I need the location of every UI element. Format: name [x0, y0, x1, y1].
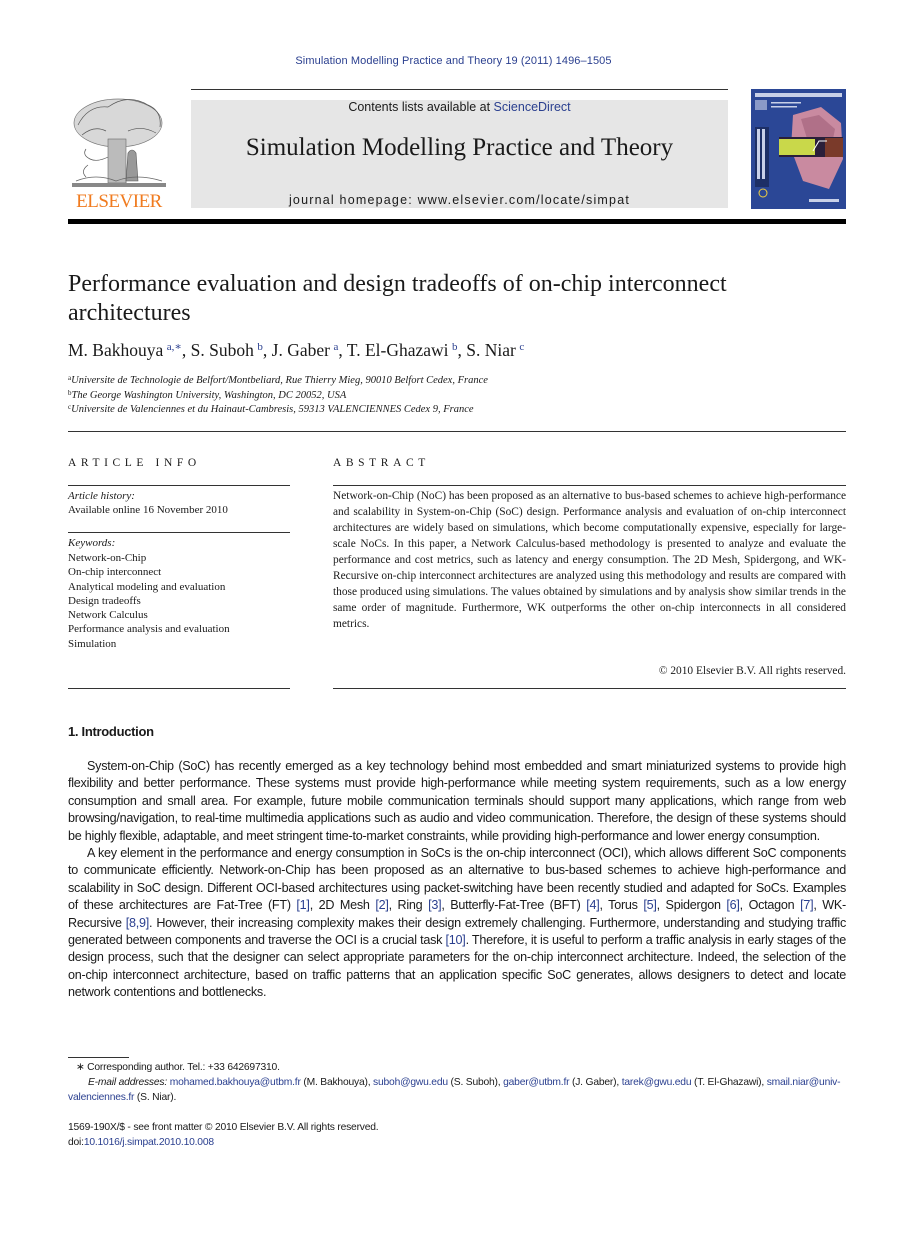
header-rule: [191, 89, 728, 90]
contents-prefix: Contents lists available at: [348, 100, 494, 114]
article-title: Performance evaluation and design tradeo…: [68, 271, 727, 326]
keyword: Network Calculus: [68, 609, 148, 622]
citation-link[interactable]: [8,9]: [126, 916, 150, 930]
email-addresses-note: E-mail addresses: mohamed.bakhouya@utbm.…: [68, 1076, 846, 1106]
paragraph: System-on-Chip (SoC) has recently emerge…: [68, 759, 846, 843]
email-link[interactable]: suboh@gwu.edu: [373, 1077, 448, 1088]
affiliation-text: Universite de Technologie de Belfort/Mon…: [71, 375, 488, 386]
issn-line: 1569-190X/$ - see front matter © 2010 El…: [68, 1122, 379, 1133]
keywords-rule: [68, 532, 290, 533]
citation-link[interactable]: [1]: [296, 898, 310, 912]
affiliation-marker[interactable]: a,∗: [167, 341, 182, 353]
footnote-rule: [68, 1057, 129, 1058]
journal-title: Simulation Modelling Practice and Theory: [245, 134, 674, 161]
author[interactable]: S. Niar c: [466, 340, 524, 360]
abstract-text: Network-on-Chip (NoC) has been proposed …: [333, 490, 846, 630]
separator: ,: [262, 340, 272, 360]
corresponding-author-note: ∗ Corresponding author. Tel.: +33 642697…: [76, 1062, 280, 1073]
email-owner: (T. El-Ghazawi),: [691, 1077, 767, 1088]
email-list: mohamed.bakhouya@utbm.fr (M. Bakhouya), …: [68, 1077, 841, 1103]
section-heading-introduction: 1. Introduction: [68, 724, 154, 739]
paragraph-text: , Octagon: [739, 898, 801, 913]
affiliation-c: cUniversite de Valenciennes et du Hainau…: [68, 403, 474, 415]
citation-link[interactable]: [6]: [726, 898, 740, 912]
email-owner: (S. Suboh),: [447, 1077, 504, 1088]
keyword: Analytical modeling and evaluation: [68, 580, 226, 593]
email-link[interactable]: tarek@gwu.edu: [622, 1077, 692, 1088]
abstract-bottom-rule: [333, 688, 846, 689]
doi-label: doi:: [68, 1137, 84, 1148]
affiliation-text: Universite de Valenciennes et du Hainaut…: [71, 404, 474, 415]
separator: ,: [457, 340, 467, 360]
sciencedirect-link[interactable]: ScienceDirect: [494, 100, 571, 114]
elsevier-logo[interactable]: ELSEVIER: [68, 95, 170, 213]
journal-reference[interactable]: Simulation Modelling Practice and Theory…: [0, 55, 907, 67]
elsevier-tree-icon: [72, 98, 166, 187]
abstract-copyright: © 2010 Elsevier B.V. All rights reserved…: [658, 665, 846, 677]
paragraph-text: , Butterfly-Fat-Tree (BFT): [441, 898, 587, 913]
elsevier-wordmark: ELSEVIER: [76, 191, 162, 212]
affiliation-b: bThe George Washington University, Washi…: [68, 389, 346, 401]
affiliation-text: The George Washington University, Washin…: [71, 390, 347, 401]
paragraph-text: , Spidergon: [656, 898, 727, 913]
front-matter-rule: [68, 431, 846, 432]
abstract-heading: ABSTRACT: [333, 457, 430, 469]
affiliation-a: aUniversite de Technologie de Belfort/Mo…: [68, 374, 488, 386]
article-info-heading: ARTICLE INFO: [68, 457, 201, 469]
introduction-body: System-on-Chip (SoC) has recently emerge…: [68, 758, 846, 1002]
article-info-bottom-rule: [68, 688, 290, 689]
doi-line: doi:10.1016/j.simpat.2010.10.008: [68, 1136, 846, 1151]
keyword: Design tradeoffs: [68, 594, 141, 607]
author[interactable]: T. El-Ghazawi b,: [347, 340, 466, 360]
citation-link[interactable]: [2]: [375, 898, 389, 912]
contents-line: Contents lists available at ScienceDirec…: [191, 100, 728, 114]
cover-art-icon: [751, 89, 846, 209]
author-name: T. El-Ghazawi: [346, 340, 449, 360]
email-owner: (S. Niar).: [134, 1091, 177, 1103]
journal-homepage-link[interactable]: journal homepage: www.elsevier.com/locat…: [191, 193, 728, 207]
email-link[interactable]: gaber@utbm.fr: [503, 1077, 569, 1088]
author-name: S. Suboh: [190, 340, 254, 360]
paragraph: A key element in the performance and ene…: [68, 845, 846, 1002]
author-name: M. Bakhouya: [68, 340, 164, 360]
abstract-rule: [333, 485, 846, 486]
author[interactable]: J. Gaber a,: [272, 340, 347, 360]
author[interactable]: M. Bakhouya a,∗,: [68, 340, 191, 360]
citation-link[interactable]: [10]: [446, 933, 466, 947]
history-label: Article history:: [68, 490, 135, 502]
paragraph-text: , Torus: [599, 898, 644, 913]
separator: ,: [181, 340, 191, 360]
keyword: Simulation: [68, 637, 117, 650]
email-owner: (M. Bakhouya),: [300, 1077, 374, 1088]
doi-link[interactable]: 10.1016/j.simpat.2010.10.008: [84, 1137, 214, 1148]
journal-cover-image[interactable]: [751, 89, 846, 209]
email-label: E-mail addresses:: [88, 1077, 168, 1088]
citation-link[interactable]: [5]: [643, 898, 657, 912]
history-value: Available online 16 November 2010: [68, 504, 228, 516]
article-info-rule: [68, 485, 290, 486]
keywords-label: Keywords:: [68, 537, 116, 549]
email-owner: (J. Gaber),: [569, 1077, 622, 1088]
paragraph-text: , Ring: [388, 898, 429, 913]
citation-link[interactable]: [7]: [800, 898, 814, 912]
affiliation-marker[interactable]: c: [519, 341, 524, 353]
author-list: M. Bakhouya a,∗, S. Suboh b, J. Gaber a,…: [68, 340, 524, 361]
paragraph-text: , 2D Mesh: [309, 898, 376, 913]
citation-link[interactable]: [4]: [586, 898, 600, 912]
keyword-list: Network-on-Chip On-chip interconnect Ana…: [68, 551, 230, 651]
keyword: Network-on-Chip: [68, 552, 147, 564]
author-name: J. Gaber: [271, 340, 330, 360]
masthead-rule: [68, 219, 846, 224]
keyword: Performance analysis and evaluation: [68, 623, 230, 636]
separator: ,: [338, 340, 347, 360]
journal-banner: Contents lists available at ScienceDirec…: [191, 100, 728, 208]
keyword: On-chip interconnect: [68, 566, 162, 579]
author-name: S. Niar: [466, 340, 516, 360]
citation-link[interactable]: [3]: [428, 898, 442, 912]
email-link[interactable]: mohamed.bakhouya@utbm.fr: [170, 1077, 301, 1088]
author[interactable]: S. Suboh b,: [191, 340, 272, 360]
